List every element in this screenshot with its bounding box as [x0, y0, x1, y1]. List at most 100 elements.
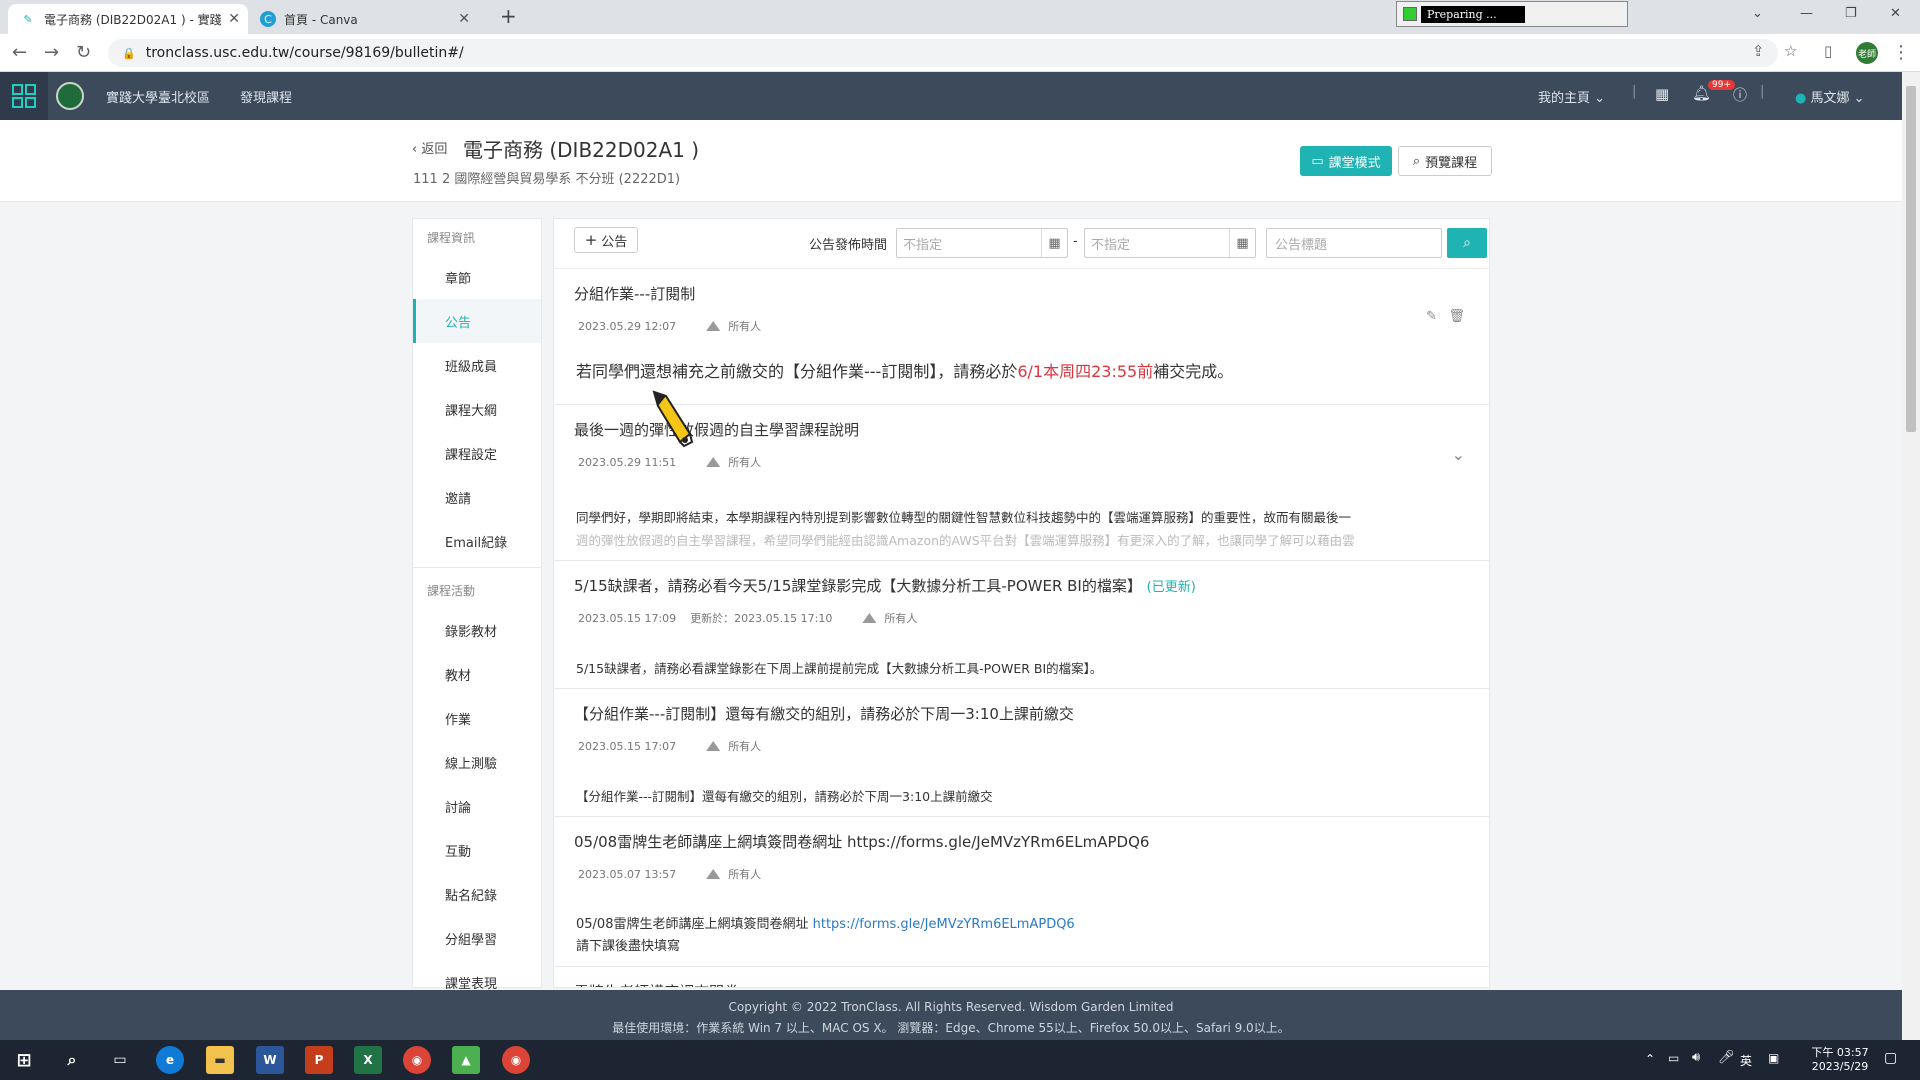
trash-icon[interactable]: 🗑︎ — [1448, 309, 1465, 324]
bulletin-item[interactable]: 分組作業---訂閱制 2023.05.29 12:07 所有人 ✎ 🗑︎ 若同學… — [554, 269, 1489, 405]
bookmark-star-icon[interactable]: ☆ — [1784, 42, 1797, 60]
close-tab-icon[interactable]: ✕ — [458, 11, 470, 27]
bulletin-title[interactable]: 最後一週的彈性放假週的自主學習課程說明 — [574, 405, 1469, 440]
search-icon: ⌕ — [1463, 235, 1471, 251]
powerpoint-icon[interactable]: P — [305, 1046, 333, 1074]
sidebar-item-members[interactable]: 班級成員 — [413, 343, 541, 387]
sidebar-item-discussion[interactable]: 討論 — [413, 784, 541, 828]
new-tab-button[interactable]: + — [500, 4, 517, 28]
bulletin-title-search-input[interactable]: 公告標題 — [1266, 228, 1442, 258]
sidebar-item-attendance[interactable]: 點名紀錄 — [413, 872, 541, 916]
sidebar-item-chapters[interactable]: 章節 — [413, 255, 541, 299]
chrome-icon[interactable]: ◉ — [403, 1046, 431, 1074]
survey-link[interactable]: https://forms.gle/JeMVzYRm6ELmAPDQ6 — [813, 917, 1075, 932]
bulletin-item[interactable]: 最後一週的彈性放假週的自主學習課程說明 2023.05.29 11:51 所有人… — [554, 405, 1489, 561]
chat-icon: ▭ — [1311, 153, 1324, 169]
sidebar-item-bulletin[interactable]: 公告 — [413, 299, 541, 343]
sidebar-item-invite[interactable]: 邀請 — [413, 475, 541, 519]
end-date-input[interactable]: 不指定 ▦ — [1084, 228, 1256, 258]
profile-avatar[interactable]: 老師 — [1856, 42, 1878, 64]
side-panel-icon[interactable]: ▯ — [1824, 42, 1832, 60]
sidebar-item-exams[interactable]: 線上測驗 — [413, 740, 541, 784]
chrome-profile-icon[interactable]: ◉ — [502, 1046, 530, 1074]
ime-indicator[interactable]: 英 — [1740, 1052, 1752, 1069]
sidebar-item-email-log[interactable]: Email紀錄 — [413, 519, 541, 563]
add-bulletin-label: 公告 — [601, 234, 628, 250]
sidebar-item-groups[interactable]: 分組學習 — [413, 916, 541, 960]
windows-start-icon[interactable]: ⊞ — [10, 1046, 38, 1074]
menu-kebab-icon[interactable]: ⋮ — [1892, 42, 1910, 63]
sidebar-item-videos[interactable]: 錄影教材 — [413, 608, 541, 652]
canva-favicon-icon: C — [260, 11, 276, 27]
edit-icon[interactable]: ✎ — [1426, 309, 1437, 324]
search-button[interactable]: ⌕ — [1447, 228, 1487, 258]
bulletin-item[interactable]: 【分組作業---訂閱制】還每有繳交的組別，請務必於下周一3:10上課前繳交 20… — [554, 689, 1489, 817]
help-icon[interactable]: ⓘ — [1733, 85, 1747, 105]
calendar-icon[interactable]: ▦ — [1229, 229, 1255, 257]
bulletin-item[interactable]: 5/15缺課者，請務必看今天5/15課堂錄影完成【大數據分析工具-POWER B… — [554, 561, 1489, 689]
calendar-icon[interactable]: ▦ — [1041, 229, 1067, 257]
edge-icon[interactable]: e — [156, 1046, 184, 1074]
preview-course-button[interactable]: ⌕ 預覽課程 — [1398, 146, 1492, 176]
ime-mode-icon[interactable]: ▣ — [1768, 1051, 1779, 1065]
sidebar-item-interaction[interactable]: 互動 — [413, 828, 541, 872]
discover-courses-link[interactable]: 發現課程 — [240, 87, 292, 106]
add-bulletin-button[interactable]: + 公告 — [574, 227, 638, 253]
bulletin-title[interactable]: 分組作業---訂閱制 — [574, 269, 1469, 304]
search-icon[interactable]: ⌕ — [58, 1046, 86, 1074]
bulletin-title[interactable]: 5/15缺課者，請務必看今天5/15課堂錄影完成【大數據分析工具-POWER B… — [574, 561, 1469, 596]
calendar-icon[interactable]: ▦ — [1655, 85, 1669, 103]
task-view-icon[interactable]: ▭ — [106, 1046, 134, 1074]
share-icon[interactable]: ⇪ — [1752, 42, 1765, 60]
excel-icon[interactable]: X — [354, 1046, 382, 1074]
back-arrow-icon[interactable]: ← — [12, 42, 27, 63]
app-grid-icon[interactable] — [0, 72, 48, 120]
school-logo[interactable] — [56, 82, 84, 110]
tab-canva[interactable]: C 首頁 - Canva ✕ — [248, 4, 478, 34]
photos-icon[interactable]: ▲ — [452, 1046, 480, 1074]
tray-chevron-icon[interactable]: ⌃ — [1645, 1052, 1655, 1066]
file-explorer-icon[interactable]: ▬ — [206, 1046, 234, 1074]
user-menu[interactable]: ● 馬文娜 ⌄ — [1795, 87, 1865, 106]
bulletin-title[interactable]: 【分組作業---訂閱制】還每有繳交的組別，請務必於下周一3:10上課前繳交 — [574, 689, 1469, 724]
chevron-down-icon: ⌄ — [1594, 91, 1606, 106]
school-link[interactable]: 實踐大學臺北校區 — [106, 87, 210, 106]
bulletin-item[interactable]: 05/08雷牌生老師講座上網填簽問卷網址 https://forms.gle/J… — [554, 817, 1489, 967]
network-icon[interactable]: ▭ — [1668, 1051, 1679, 1065]
sidebar-item-homework[interactable]: 作業 — [413, 696, 541, 740]
start-date-input[interactable]: 不指定 ▦ — [896, 228, 1068, 258]
scrollbar-thumb[interactable] — [1906, 86, 1916, 432]
minimize-icon[interactable]: — — [1800, 6, 1813, 21]
bulletin-date: 2023.05.15 17:07 — [578, 739, 677, 753]
restore-icon[interactable]: ❐ — [1845, 6, 1857, 21]
bulletin-audience: 所有人 — [728, 320, 762, 333]
word-icon[interactable]: W — [256, 1046, 284, 1074]
back-link[interactable]: ‹ 返回 — [412, 138, 447, 157]
microphone-icon[interactable]: 🎤︎ — [1718, 1050, 1735, 1065]
clock[interactable]: 下午 03:57 2023/5/29 — [1800, 1044, 1880, 1073]
volume-icon[interactable]: 🔊︎ — [1692, 1050, 1700, 1065]
pencil-cursor-icon — [652, 390, 694, 448]
close-window-icon[interactable]: ✕ — [1890, 6, 1901, 21]
bulletin-title[interactable]: 雷牌生老師講座調查問卷 — [574, 967, 1469, 987]
body-line: 同學們好，學期即將結束，本學期課程內特別提到影響數位轉型的關鍵性智慧數位科技趨勢… — [576, 510, 1352, 525]
body-text: 補交完成。 — [1153, 362, 1234, 381]
forward-arrow-icon[interactable]: → — [44, 42, 59, 63]
notification-center-icon[interactable]: ▢ — [1884, 1050, 1897, 1066]
chevron-down-icon[interactable]: ⌄ — [1452, 445, 1465, 464]
my-home-menu[interactable]: 我的主頁 ⌄ — [1538, 87, 1605, 106]
tab-search-icon[interactable]: ⌄ — [1752, 6, 1763, 21]
body-text: 若同學們還想補充之前繳交的【分組作業---訂閱制】，請務必於 — [576, 362, 1018, 381]
close-tab-icon[interactable]: ✕ — [228, 11, 240, 27]
sidebar-item-syllabus[interactable]: 課程大綱 — [413, 387, 541, 431]
sidebar-item-settings[interactable]: 課程設定 — [413, 431, 541, 475]
bulletin-item[interactable]: 雷牌生老師講座調查問卷 — [554, 967, 1489, 987]
audience-icon — [862, 613, 877, 623]
sidebar-item-materials[interactable]: 教材 — [413, 652, 541, 696]
bulletin-title[interactable]: 05/08雷牌生老師講座上網填簽問卷網址 https://forms.gle/J… — [574, 817, 1469, 852]
tab-course[interactable]: ✎ 電子商務 (DIB22D02A1 ) - 實踐 ✕ — [8, 4, 248, 34]
url-input[interactable]: 🔒 tronclass.usc.edu.tw/course/98169/bull… — [108, 39, 1778, 67]
classroom-mode-button[interactable]: ▭ 課堂模式 — [1300, 146, 1392, 176]
reload-icon[interactable]: ↻ — [76, 42, 91, 63]
vertical-scrollbar[interactable] — [1902, 72, 1920, 1040]
